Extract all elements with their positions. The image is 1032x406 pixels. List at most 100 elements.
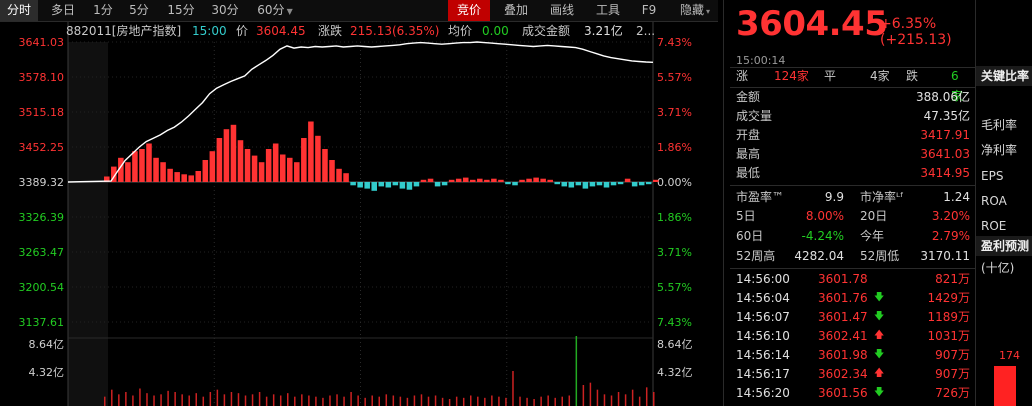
volume-bar bbox=[540, 396, 542, 406]
auction-button[interactable]: 竞价 bbox=[448, 0, 490, 21]
tab-15min[interactable]: 15分 bbox=[162, 0, 200, 21]
volume-bar bbox=[638, 396, 641, 406]
volume-tick-label: 4.32亿 bbox=[657, 366, 693, 379]
fund-bar bbox=[603, 182, 610, 188]
fund-bar bbox=[378, 182, 385, 187]
net-margin-item[interactable]: 净利率 bbox=[976, 140, 1032, 160]
volume-bar bbox=[216, 389, 219, 406]
volume-bar bbox=[448, 399, 451, 406]
tab-1min[interactable]: 1分 bbox=[88, 0, 118, 21]
low-label: 最低 bbox=[736, 166, 761, 180]
fund-bar bbox=[568, 182, 575, 188]
info-change-label: 涨跌 bbox=[318, 24, 343, 38]
key-ratios-header[interactable]: 关键比率 bbox=[976, 66, 1032, 86]
volume-bar bbox=[174, 392, 176, 406]
earnings-forecast-header[interactable]: 盈利预测 bbox=[976, 236, 1032, 256]
quote-row: 开盘 3417.91 bbox=[736, 125, 970, 145]
fund-bar bbox=[188, 175, 194, 182]
roe-item[interactable]: ROE bbox=[976, 216, 1032, 236]
fund-bar bbox=[139, 149, 145, 182]
y-left-tick-label: 3578.10 bbox=[19, 71, 65, 84]
stats-row: 52周高 4282.04 52周低 3170.11 bbox=[736, 246, 970, 266]
volume-bar bbox=[223, 394, 226, 406]
fund-bar bbox=[125, 162, 131, 182]
volume-bar bbox=[589, 382, 592, 406]
fund-bar bbox=[617, 182, 624, 185]
arrow-up-icon: 🡅 bbox=[874, 330, 885, 341]
volume-bar bbox=[322, 397, 324, 406]
overlay-button[interactable]: 叠加 bbox=[496, 0, 536, 21]
volume-bar bbox=[575, 336, 578, 406]
f9-button[interactable]: F9 bbox=[634, 0, 664, 21]
fund-bar bbox=[350, 182, 356, 186]
fund-bar bbox=[589, 182, 596, 187]
tick-volume: 907万 bbox=[935, 348, 970, 362]
fund-bar bbox=[596, 182, 603, 186]
fund-bar bbox=[582, 182, 589, 189]
fund-bar bbox=[251, 155, 258, 182]
fund-bar bbox=[209, 151, 216, 182]
chevron-down-icon: ▼ bbox=[286, 7, 293, 16]
hide-label: 隐藏 bbox=[679, 3, 704, 17]
volume-bar bbox=[343, 396, 345, 406]
breadth-row: 涨 124家 平 4家 跌 6家 bbox=[736, 66, 970, 103]
chart-toolbar: 分时 多日 1分 5分 15分 30分 60分 ▼ 竞价 叠加 画线 工具 F9 … bbox=[0, 0, 718, 22]
fund-bar bbox=[533, 177, 539, 182]
info-avg: 0.00 bbox=[482, 24, 509, 38]
volume-bar bbox=[111, 389, 113, 406]
y-right-tick-label: 3.71% bbox=[657, 106, 692, 119]
hide-button[interactable]: 隐藏 ▾ bbox=[672, 0, 718, 21]
stats-row: 60日 -4.24% 今年 2.79% bbox=[736, 226, 970, 246]
info-time: 15:00 bbox=[192, 24, 227, 38]
tick-volume: 1429万 bbox=[927, 291, 970, 305]
draw-line-button[interactable]: 画线 bbox=[542, 0, 582, 21]
volume-bar bbox=[399, 396, 402, 406]
tools-button[interactable]: 工具 bbox=[588, 0, 628, 21]
fund-bar bbox=[624, 178, 631, 182]
tick-volume: 821万 bbox=[935, 272, 970, 286]
tab-5min[interactable]: 5分 bbox=[124, 0, 154, 21]
fund-bar bbox=[181, 174, 187, 182]
amount-value: 388.06亿 bbox=[916, 90, 970, 104]
tab-multi-day[interactable]: 多日 bbox=[44, 0, 82, 21]
fund-bar bbox=[265, 149, 272, 182]
volume-bar bbox=[653, 392, 655, 406]
volume-bar bbox=[547, 395, 549, 406]
fund-bar bbox=[237, 140, 244, 182]
info-change: 215.13(6.35%) bbox=[350, 24, 440, 38]
tab-30min[interactable]: 30分 bbox=[206, 0, 244, 21]
y-left-tick-label: 3137.61 bbox=[19, 316, 65, 329]
tick-price: 3601.56 bbox=[818, 386, 868, 400]
gross-margin-item[interactable]: 毛利率 bbox=[976, 115, 1032, 135]
tab-intraday[interactable]: 分时 bbox=[0, 0, 38, 21]
fund-bar bbox=[315, 135, 321, 182]
fund-bar bbox=[216, 138, 223, 182]
fund-bar bbox=[519, 179, 525, 182]
volume-bar bbox=[251, 394, 254, 406]
fund-bar bbox=[146, 143, 152, 182]
divider bbox=[730, 185, 975, 186]
flat-count: 4家 bbox=[870, 69, 890, 83]
stats-row: 市盈率™ 9.9 市净率ᴸᶠ 1.24 bbox=[736, 187, 970, 207]
roa-item[interactable]: ROA bbox=[976, 191, 1032, 211]
volume-bar bbox=[146, 393, 148, 406]
eps-item[interactable]: EPS bbox=[976, 166, 1032, 186]
pe-value: 9.9 bbox=[824, 190, 844, 204]
volume-bar bbox=[603, 394, 606, 406]
fund-bar bbox=[399, 182, 406, 189]
tick-time: 14:56:07 bbox=[736, 310, 790, 324]
intraday-chart[interactable]: 3641.03 7.43%3578.10 5.57%3515.18 3.71%3452… bbox=[0, 22, 718, 406]
fund-bar bbox=[223, 129, 230, 182]
volume-bar bbox=[554, 397, 556, 406]
volume-bar bbox=[526, 397, 528, 406]
fund-bar bbox=[392, 182, 399, 186]
tick-row: 14:56:04 3601.76 🡇 1429万 bbox=[736, 288, 970, 308]
fund-bar bbox=[371, 182, 377, 191]
volume-bar bbox=[420, 394, 423, 406]
tab-60min[interactable]: 60分 ▼ bbox=[250, 0, 300, 21]
fund-bar bbox=[498, 179, 504, 182]
volume-bar bbox=[195, 393, 197, 406]
ratio-sidebar: 关键比率 毛利率 净利率 EPS ROA ROE 盈利预测 (十亿) 174 bbox=[975, 0, 1032, 406]
volume-bar bbox=[582, 385, 585, 406]
volume-bar bbox=[477, 396, 479, 406]
